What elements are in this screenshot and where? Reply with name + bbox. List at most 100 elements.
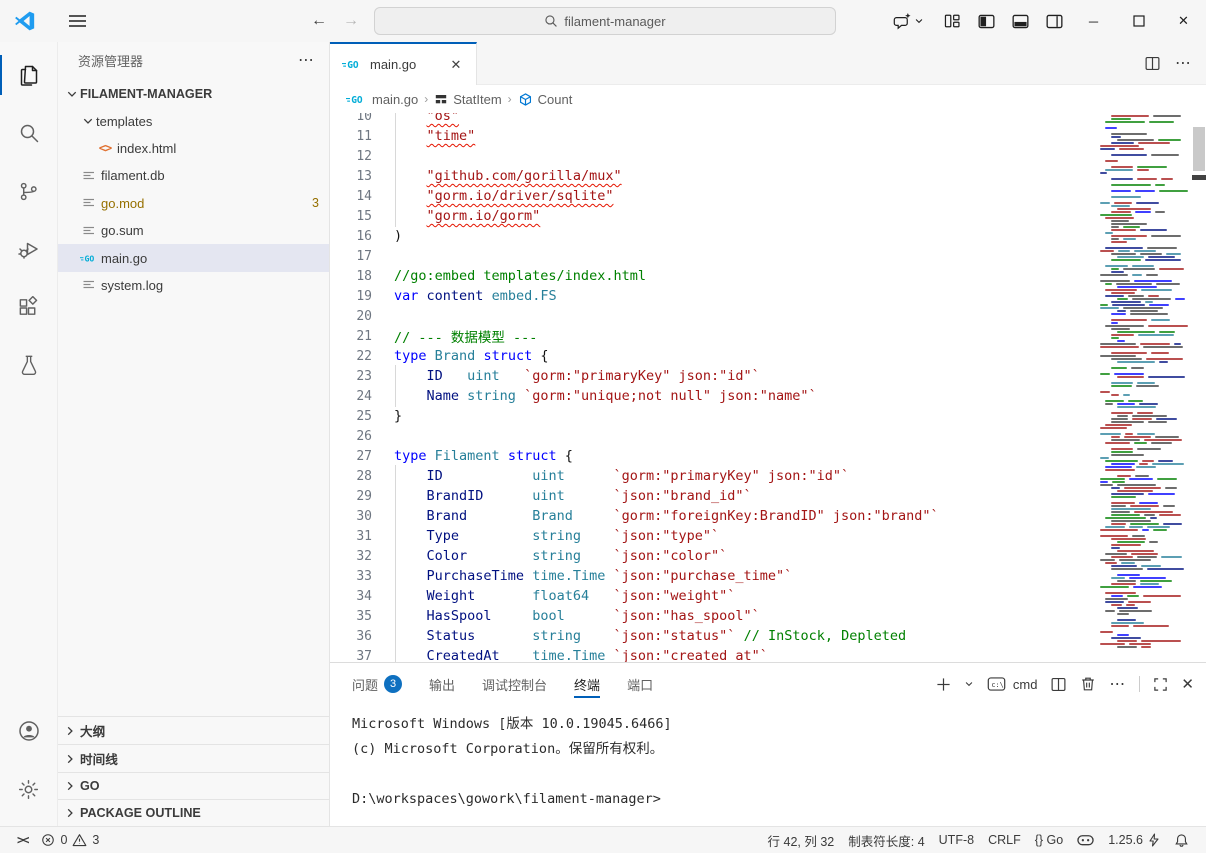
breadcrumb-item-statitem[interactable]: StatItem	[434, 92, 501, 107]
minimap[interactable]	[1100, 113, 1192, 662]
source-control-icon	[17, 180, 40, 203]
code-line-17: 17	[330, 246, 1206, 266]
sidebar-section-package-outline[interactable]: PACKAGE OUTLINE	[58, 799, 329, 826]
code-line-33: 33 PurchaseTime time.Time `json:"purchas…	[330, 566, 1206, 586]
customize-layout-icon[interactable]	[935, 6, 969, 36]
terminal-profile-chevron-icon[interactable]	[964, 679, 974, 689]
run-debug-icon	[17, 237, 41, 261]
tree-item-filament-db[interactable]: filament.db	[58, 162, 329, 189]
activitybar-item-source-control[interactable]	[0, 162, 58, 220]
more-actions-icon[interactable]: ⋯	[298, 50, 315, 70]
struct-icon	[434, 92, 448, 106]
code-editor[interactable]: 10 "os"11 "time"12 13 "github.com/gorill…	[330, 113, 1206, 662]
new-terminal-icon[interactable]	[936, 677, 951, 692]
status-go-version[interactable]: 1.25.6	[1101, 833, 1167, 847]
search-icon	[544, 14, 558, 28]
activitybar-item-settings[interactable]	[0, 760, 58, 818]
split-editor-icon[interactable]	[1144, 55, 1161, 72]
status-cursor-position[interactable]: 行 42, 列 32	[761, 831, 842, 850]
status-indentation[interactable]: 制表符长度: 4	[841, 831, 931, 850]
breadcrumb-item-count[interactable]: Count	[518, 92, 573, 107]
activitybar-item-account[interactable]	[0, 702, 58, 760]
activitybar-item-testing[interactable]	[0, 336, 58, 394]
back-arrow-icon[interactable]: ←	[306, 9, 332, 33]
panel-tab-调试控制台[interactable]: 调试控制台	[482, 663, 547, 705]
activitybar-item-search[interactable]	[0, 104, 58, 162]
warning-icon	[72, 833, 87, 847]
error-count: 0	[60, 833, 67, 847]
file-label: filament.db	[101, 168, 165, 183]
status-encoding[interactable]: UTF-8	[932, 833, 981, 847]
chevron-right-icon	[64, 780, 76, 792]
toggle-primary-sidebar-icon[interactable]	[969, 6, 1003, 36]
panel-more-actions-icon[interactable]: ⋯	[1109, 674, 1126, 694]
status-eol[interactable]: CRLF	[981, 833, 1028, 847]
sidebar-section-时间线[interactable]: 时间线	[58, 744, 329, 771]
status-notifications[interactable]	[1167, 833, 1196, 848]
activitybar-item-explorer[interactable]	[0, 46, 58, 104]
panel-tab-终端[interactable]: 终端	[574, 663, 600, 705]
breadcrumb-separator: ›	[424, 92, 428, 106]
svg-text:c:\: c:\	[991, 681, 1003, 689]
terminal-profile-label[interactable]: cmd	[1013, 677, 1038, 692]
tree-item-go-sum[interactable]: go.sum	[58, 217, 329, 244]
panel-tab-输出[interactable]: 输出	[429, 663, 455, 705]
toggle-secondary-sidebar-icon[interactable]	[1037, 6, 1071, 36]
scrollbar-thumb[interactable]	[1193, 127, 1205, 171]
split-terminal-icon[interactable]	[1050, 676, 1067, 693]
panel-tab-端口[interactable]: 端口	[627, 663, 653, 705]
editor-scrollbar[interactable]	[1192, 113, 1206, 662]
tab-main-go[interactable]: GO main.go ✕	[330, 42, 477, 85]
tree-item-main-go[interactable]: GO main.go	[58, 244, 329, 271]
code-line-20: 20	[330, 306, 1206, 326]
copilot-chat-button[interactable]	[891, 6, 925, 36]
maximize-panel-icon[interactable]	[1153, 677, 1168, 692]
sidebar-section-大纲[interactable]: 大纲	[58, 717, 329, 744]
forward-arrow-icon[interactable]: →	[338, 9, 364, 33]
go-file-icon: GO	[342, 58, 363, 71]
toggle-panel-icon[interactable]	[1003, 6, 1037, 36]
close-panel-icon[interactable]: ✕	[1181, 675, 1194, 693]
tree-item-system-log[interactable]: system.log	[58, 272, 329, 299]
chevron-down-icon	[914, 16, 924, 26]
svg-text:GO: GO	[351, 95, 363, 106]
editor-group: GO main.go ✕ ⋯ GOmain.go›StatItem›Count …	[330, 42, 1206, 826]
problems-badge: 3	[312, 196, 319, 210]
editor-more-actions-icon[interactable]: ⋯	[1175, 53, 1192, 73]
activitybar-item-extensions[interactable]	[0, 278, 58, 336]
go-file-icon: GO	[80, 252, 98, 265]
tree-item-templates[interactable]: templates	[58, 107, 329, 134]
breadcrumb-item-main-go[interactable]: GOmain.go	[346, 92, 418, 107]
line-number: 18	[330, 269, 372, 284]
code-line-34: 34 Weight float64 `json:"weight"`	[330, 586, 1206, 606]
line-number: 23	[330, 369, 372, 384]
code-line-21: 21// --- 数据模型 ---	[330, 326, 1206, 346]
file-label: main.go	[101, 251, 147, 266]
remote-indicator[interactable]: ><	[10, 827, 34, 853]
line-number: 11	[330, 129, 372, 144]
close-window-button[interactable]: ✕	[1161, 0, 1206, 42]
minimize-button[interactable]: ─	[1071, 0, 1116, 42]
code-line-31: 31 Type string `json:"type"`	[330, 526, 1206, 546]
code-line-23: 23 ID uint `gorm:"primaryKey" json:"id"`	[330, 366, 1206, 386]
tree-item-index-html[interactable]: <>index.html	[58, 135, 329, 162]
bottom-panel: 问题3输出调试控制台终端端口 c:\ cmd ⋯ ✕ Microsof	[330, 662, 1206, 826]
maximize-button[interactable]	[1116, 0, 1161, 42]
search-box[interactable]: filament-manager	[374, 7, 836, 35]
terminal-line: D:\workspaces\gowork\filament-manager>	[352, 787, 1206, 812]
sidebar-section-go[interactable]: GO	[58, 772, 329, 799]
svg-text:GO: GO	[84, 253, 94, 263]
problems-status[interactable]: 0 3	[34, 827, 106, 853]
code-line-14: 14 "gorm.io/driver/sqlite"	[330, 186, 1206, 206]
tree-item-filament-manager[interactable]: FILAMENT-MANAGER	[58, 80, 329, 107]
panel-tab-问题[interactable]: 问题3	[352, 663, 402, 705]
tab-close-icon[interactable]: ✕	[446, 55, 466, 75]
svg-text:GO: GO	[347, 60, 359, 71]
kill-terminal-icon[interactable]	[1080, 676, 1096, 692]
tree-item-go-mod[interactable]: go.mod3	[58, 190, 329, 217]
menu-icon[interactable]	[60, 6, 94, 36]
status-copilot[interactable]	[1070, 833, 1101, 847]
status-language-mode[interactable]: {} Go	[1028, 833, 1071, 847]
terminal[interactable]: Microsoft Windows [版本 10.0.19045.6466](c…	[330, 705, 1206, 826]
activitybar-item-run-debug[interactable]	[0, 220, 58, 278]
